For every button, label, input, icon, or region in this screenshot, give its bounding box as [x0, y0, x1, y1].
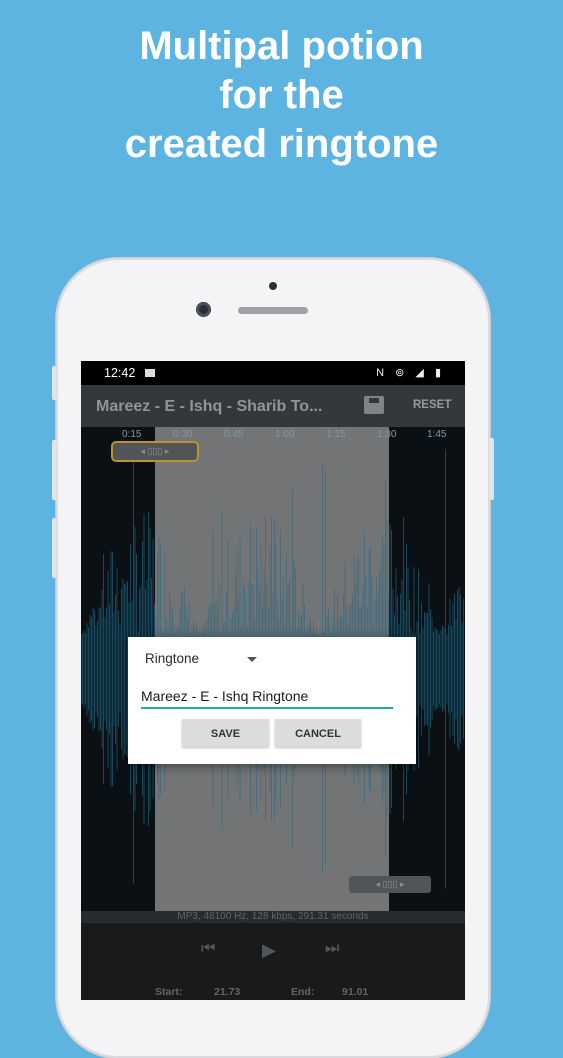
ringtone-name-input[interactable]: [141, 685, 393, 709]
ringtone-type-dropdown[interactable]: Ringtone: [145, 651, 260, 671]
status-time: 12:42: [104, 366, 136, 380]
dropdown-arrow-icon: [247, 657, 257, 662]
promo-headline: Multipal potion for the created ringtone: [0, 22, 563, 169]
dropdown-selected-value: Ringtone: [145, 651, 200, 666]
cancel-button[interactable]: CANCEL: [275, 719, 361, 747]
earpiece-speaker: [238, 307, 308, 314]
status-bar: 12:42 N ⊚ ◢ ▮: [81, 361, 465, 385]
headline-line-2: for the: [219, 73, 344, 117]
save-ringtone-dialog: Ringtone SAVE CANCEL: [128, 637, 416, 764]
phone-silent-switch: [52, 366, 57, 400]
headline-line-1: Multipal potion: [139, 24, 424, 68]
front-camera: [196, 302, 211, 317]
phone-volume-up: [52, 440, 57, 500]
save-button[interactable]: SAVE: [182, 719, 269, 747]
phone-volume-down: [52, 518, 57, 578]
headline-line-3: created ringtone: [124, 122, 439, 166]
status-icons: N ⊚ ◢ ▮: [376, 367, 445, 379]
phone-power-button: [489, 438, 494, 500]
image-notification-icon: [145, 369, 155, 377]
proximity-sensor: [269, 282, 277, 290]
